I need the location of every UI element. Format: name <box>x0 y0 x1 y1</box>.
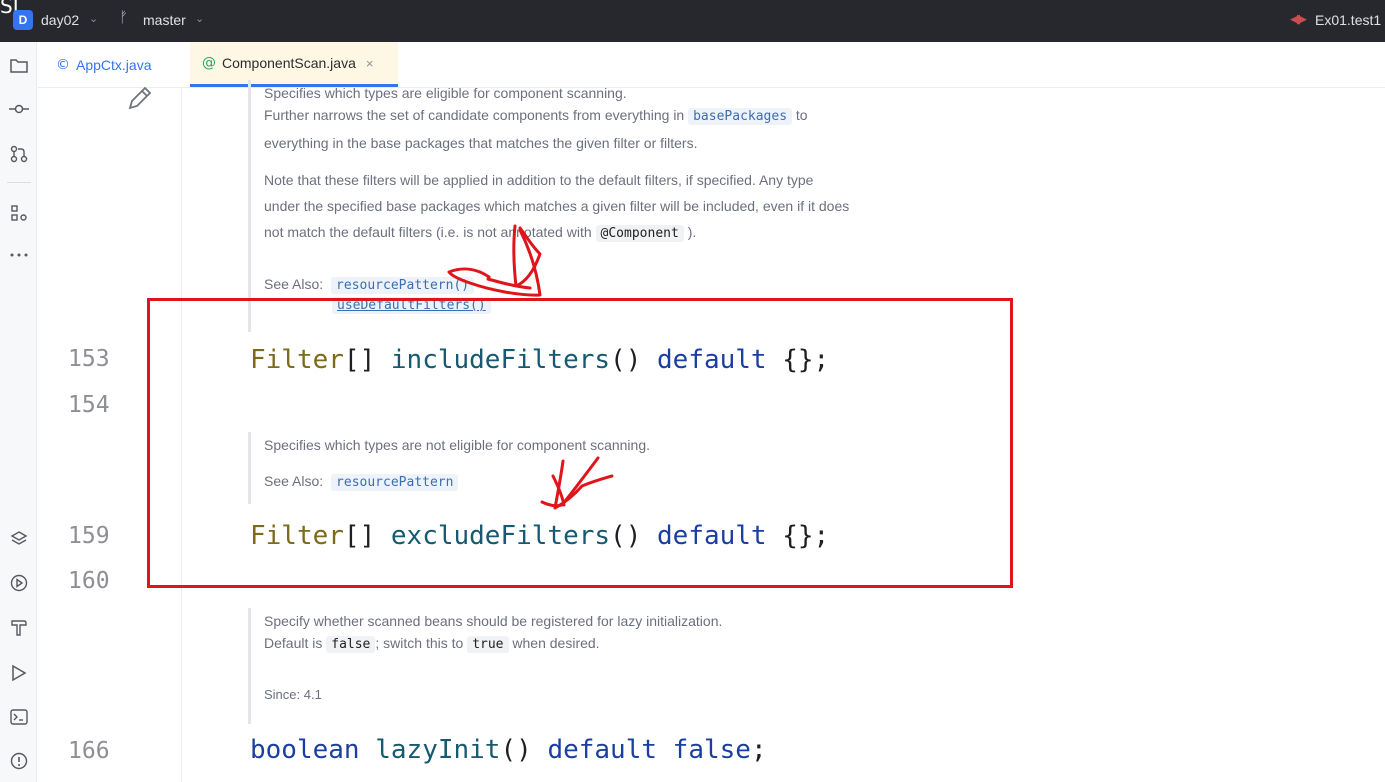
code-parens: () <box>500 735 532 765</box>
chevron-down-icon[interactable]: ⌄ <box>195 12 204 25</box>
code-keyword: default <box>547 735 658 765</box>
line-number: 154 <box>68 392 110 418</box>
run-config-selector[interactable]: Ex01.test1 <box>1315 12 1381 28</box>
run-config-icon: ◀▶ <box>1290 11 1307 26</box>
line-number: 160 <box>68 568 110 594</box>
doc-text: when desired. <box>512 635 600 651</box>
commit-icon[interactable] <box>6 96 32 122</box>
doc-comment-lazy-init: Specify whether scanned beans should be … <box>248 608 722 724</box>
doc-code-chip: true <box>467 636 509 653</box>
annotation-icon: @ <box>202 55 216 71</box>
code-tail: ; <box>750 735 767 765</box>
layers-icon[interactable] <box>6 526 32 552</box>
code-keyword: false <box>672 735 751 765</box>
code-type: boolean <box>250 735 360 765</box>
project-badge[interactable]: D <box>13 10 33 30</box>
tool-window-strip <box>0 42 37 782</box>
see-also-label: See Also: <box>264 276 324 292</box>
title-bar: SI D day02 ⌄ ᚠ master ⌄ ◀▶ Ex01.test1 <box>0 0 1385 42</box>
red-highlight-box <box>147 298 1013 588</box>
code-line-166[interactable]: boolean lazyInit() default false; <box>250 735 767 765</box>
tab-label: ComponentScan.java <box>222 55 356 71</box>
project-name[interactable]: day02 <box>41 12 79 28</box>
doc-text: not match the default filters (i.e. is n… <box>264 224 592 240</box>
doc-code-chip: @Component <box>595 225 684 242</box>
doc-comment-include-filters: Specifies which types are eligible for c… <box>248 80 849 332</box>
close-icon[interactable]: × <box>366 56 374 71</box>
code-method: lazyInit <box>375 735 501 765</box>
problems-icon[interactable] <box>6 748 32 774</box>
chevron-down-icon[interactable]: ⌄ <box>89 12 98 25</box>
doc-code-chip: false <box>326 636 376 653</box>
doc-since: Since: 4.1 <box>264 687 322 702</box>
doc-code-link[interactable]: basePackages <box>688 108 793 125</box>
branch-icon[interactable]: ᚠ <box>119 9 128 26</box>
more-icon[interactable] <box>6 242 32 268</box>
structure-icon[interactable] <box>6 200 32 226</box>
class-icon: © <box>56 56 70 73</box>
doc-text: Default is <box>264 635 323 651</box>
branch-name[interactable]: master <box>143 12 186 28</box>
pencil-icon[interactable] <box>126 84 154 118</box>
terminal-icon[interactable] <box>6 704 32 730</box>
line-number: 153 <box>68 346 110 372</box>
pull-requests-icon[interactable] <box>6 141 32 167</box>
line-number: 159 <box>68 523 110 549</box>
build-icon[interactable] <box>6 615 32 641</box>
doc-text: under the specified base packages which … <box>264 198 850 214</box>
doc-text: ). <box>687 224 697 240</box>
services-icon[interactable] <box>6 570 32 596</box>
doc-text: Note that these filters will be applied … <box>264 172 814 188</box>
tab-appctx[interactable]: © AppCtx.java <box>56 42 151 87</box>
folder-icon[interactable] <box>6 52 32 78</box>
doc-text: Further narrows the set of candidate com… <box>264 107 685 123</box>
tab-label: AppCtx.java <box>76 56 152 73</box>
run-icon[interactable] <box>6 660 32 686</box>
line-number: 166 <box>68 738 110 764</box>
doc-text: ; switch this to <box>375 635 464 651</box>
doc-text: to <box>795 107 808 123</box>
doc-text: everything in the base packages that mat… <box>264 135 698 151</box>
